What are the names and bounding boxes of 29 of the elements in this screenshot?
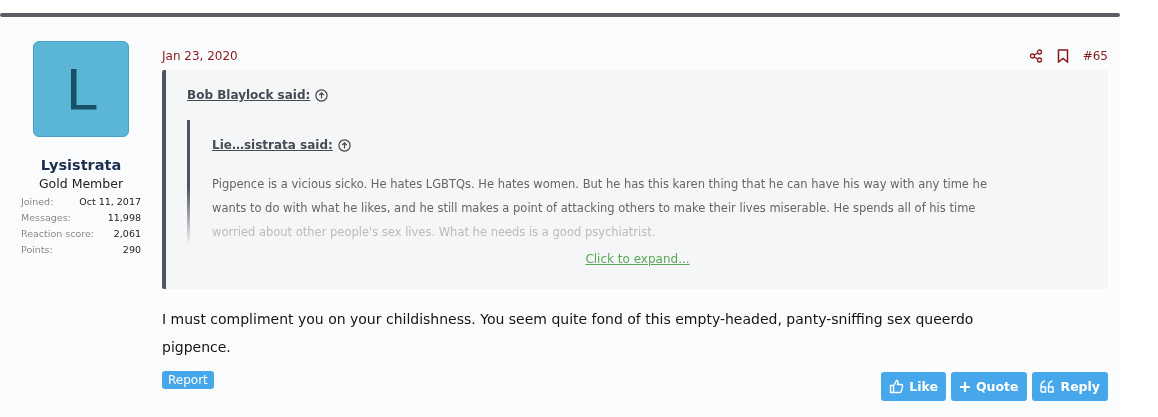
- quote-marks-icon: [1039, 380, 1056, 393]
- post-number[interactable]: #65: [1082, 49, 1108, 63]
- like-button[interactable]: Like: [881, 372, 946, 401]
- username[interactable]: Lysistrata: [40, 157, 122, 173]
- stat-label: Messages:: [21, 211, 71, 225]
- quote-text: worried about other people's sex lives. What he needs is a good psychiatrist.: [212, 224, 657, 241]
- quote-text: Pigpence is a vicious sicko. He hates LGBTQs. He hates women. But he has this karen thing that he can have his way with any time he: [212, 176, 988, 193]
- stat-label: Joined:: [21, 195, 54, 209]
- bookmark-icon[interactable]: [1056, 49, 1069, 63]
- quote-text: wants to do with what he likes, and he still makes a point of attacking others to make their lives miserable. He spends all of his time: [212, 200, 977, 217]
- quote-author-link[interactable]: Lie…sistrata said:: [212, 138, 333, 152]
- reply-button[interactable]: Reply: [1031, 372, 1108, 401]
- user-title: Gold Member: [38, 176, 124, 191]
- stat-value: 11,998: [107, 211, 141, 225]
- stat-label: Reaction score:: [21, 227, 94, 241]
- avatar[interactable]: L: [33, 41, 129, 137]
- post-date[interactable]: Jan 23, 2020: [162, 49, 238, 63]
- quote-button[interactable]: Quote: [950, 372, 1027, 401]
- stat-value: Oct 11, 2017: [79, 195, 141, 209]
- report-button[interactable]: Report: [162, 371, 214, 389]
- stat-label: Points:: [21, 243, 53, 257]
- share-icon[interactable]: [1028, 49, 1043, 63]
- stat-value: 290: [122, 243, 141, 257]
- stat-value: 2,061: [113, 227, 141, 241]
- thumbs-up-icon: [889, 379, 905, 394]
- plus-icon: [958, 380, 971, 393]
- post-body: I must compliment you on your childishness. You seem quite fond of this empty-headed, panty-sniffing sex queerdo pigpence.: [162, 310, 975, 357]
- expand-link[interactable]: Click to expand...: [585, 252, 690, 266]
- quote-author-link[interactable]: Bob Blaylock said:: [187, 88, 311, 102]
